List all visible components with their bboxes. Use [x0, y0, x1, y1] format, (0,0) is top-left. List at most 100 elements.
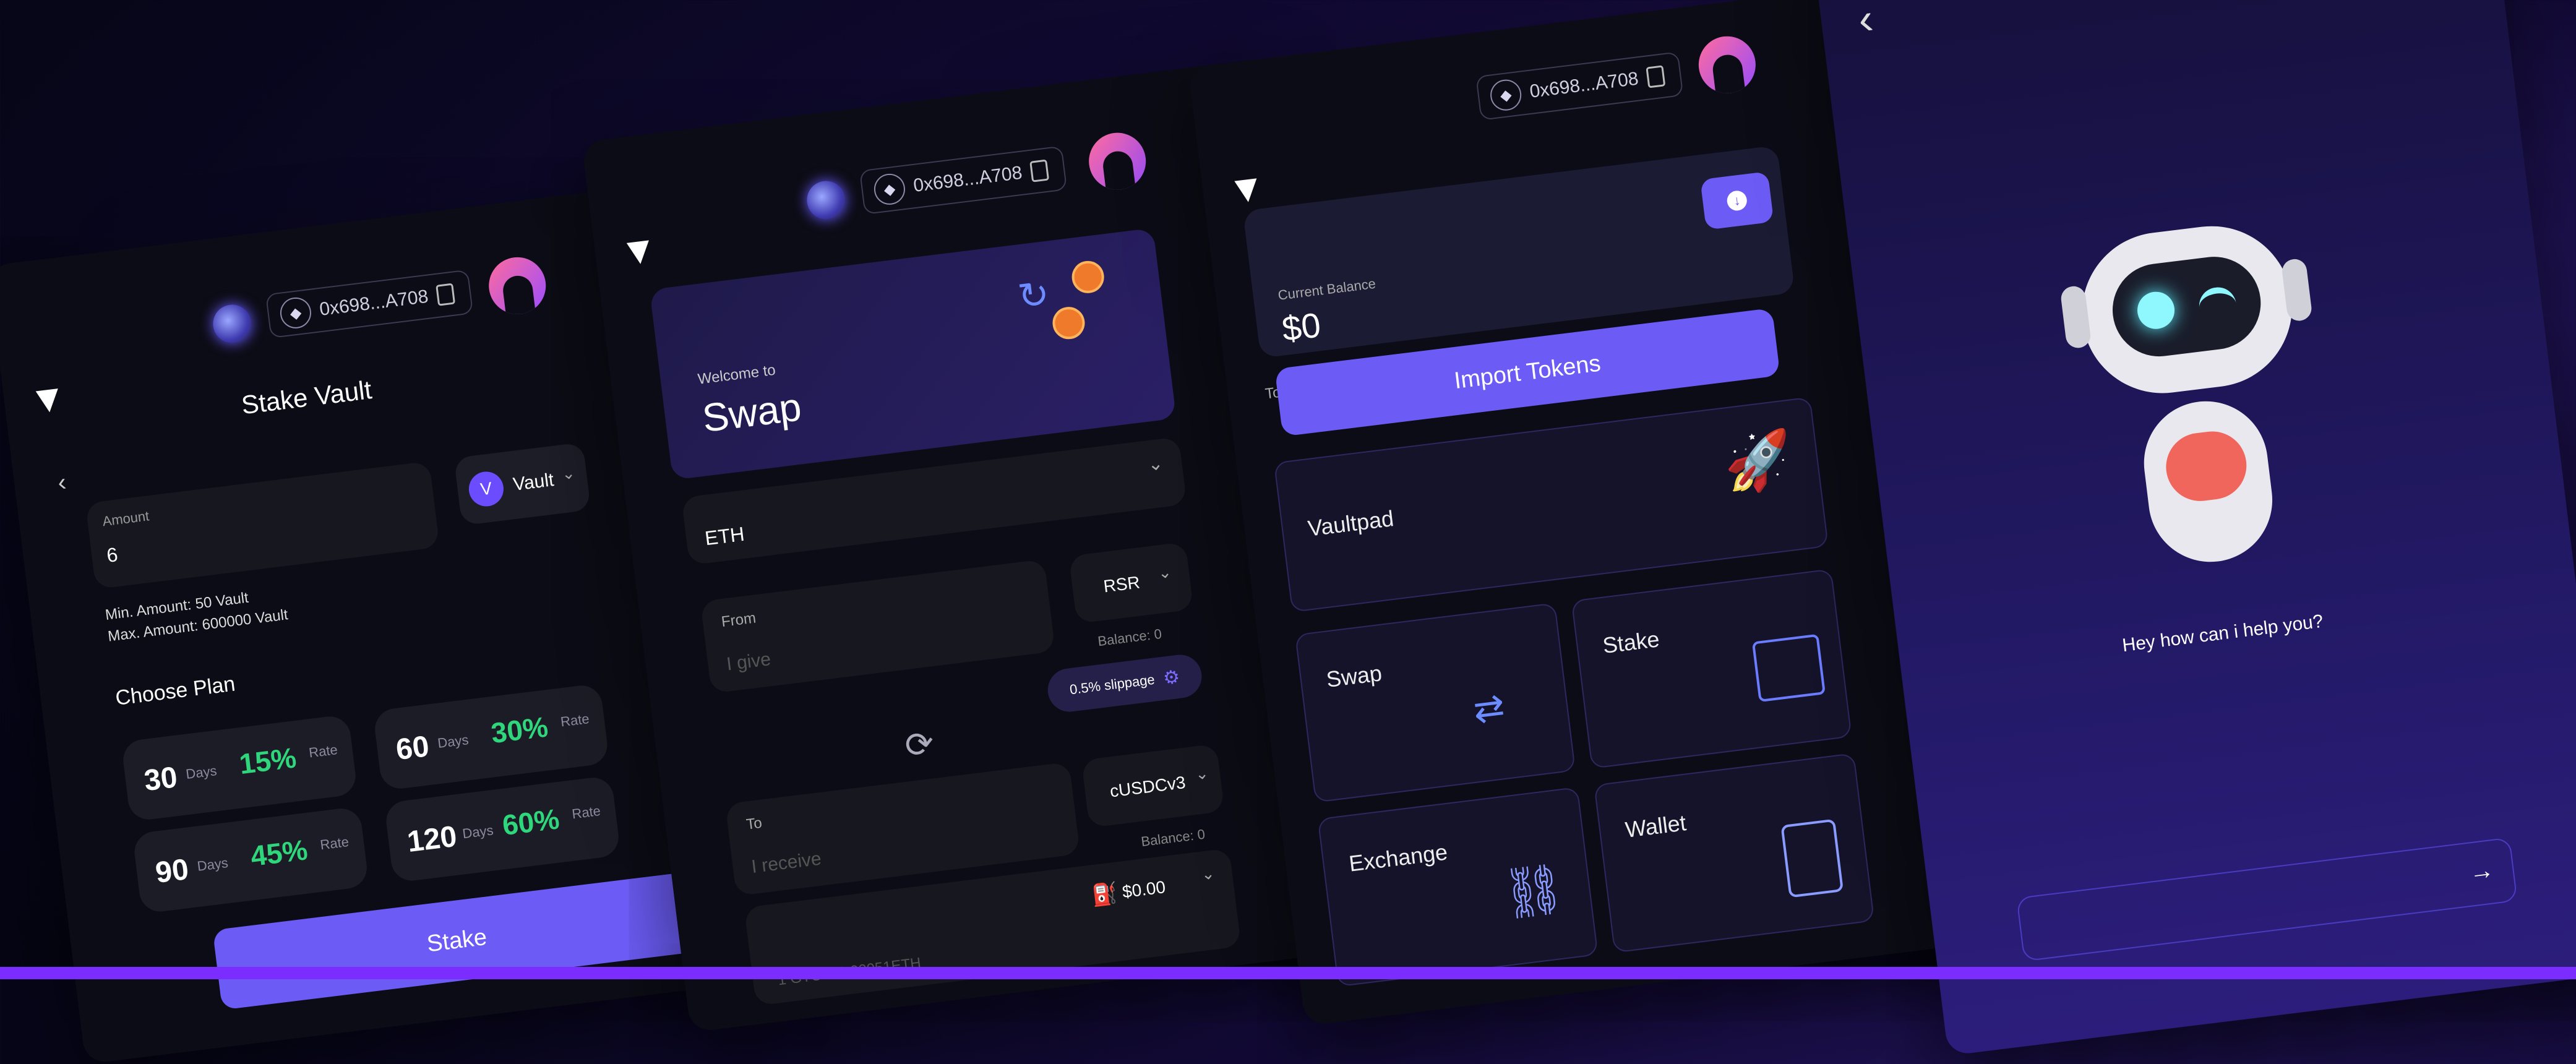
swap-title: Swap — [700, 384, 804, 441]
swap-direction-icon[interactable]: ⟳ — [903, 723, 937, 766]
welcome-text: Welcome to — [697, 361, 777, 388]
plan-days: 90 — [153, 852, 191, 890]
send-button[interactable]: → — [2468, 856, 2496, 887]
chevron-down-icon: ⌄ — [560, 463, 577, 484]
plan-rate: 15% — [237, 741, 298, 781]
back-button[interactable]: ‹ — [56, 468, 68, 497]
chat-input[interactable]: → — [2016, 837, 2518, 962]
wallet-address: 0x698...A708 — [912, 162, 1024, 197]
plan-rate-label: Rate — [571, 802, 602, 822]
from-placeholder: I give — [725, 649, 772, 675]
from-token: RSR — [1102, 572, 1141, 596]
plan-rate-label: Rate — [307, 742, 338, 761]
wallet-address: 0x698...A708 — [318, 286, 430, 320]
swap-banner: Welcome to Swap ↻ — [649, 228, 1177, 481]
plan-days: 60 — [394, 730, 431, 767]
feature-card-exchange[interactable]: Exchange ⛓ — [1317, 786, 1599, 987]
feature-card-wallet[interactable]: Wallet — [1594, 753, 1875, 953]
wallet-cards-icon — [1780, 818, 1844, 898]
avatar[interactable] — [1085, 129, 1149, 193]
slippage-value: 0.5% slippage — [1068, 671, 1156, 698]
gas-pump-icon: ⛽ — [1090, 881, 1119, 908]
plan-option[interactable]: 120 Days 60% Rate — [384, 775, 621, 883]
network-orb[interactable] — [804, 178, 848, 222]
swap-arrows-icon: ↻ — [1015, 272, 1052, 318]
to-balance: Balance: 0 — [1140, 826, 1206, 850]
avatar[interactable] — [1695, 33, 1759, 97]
amount-value: 6 — [105, 543, 119, 567]
from-input[interactable]: From I give — [700, 559, 1055, 694]
amount-label: Amount — [101, 508, 150, 530]
bottom-accent-bar — [0, 967, 2576, 979]
feature-label: Stake — [1601, 626, 1661, 659]
amount-field[interactable]: Amount 6 — [85, 461, 440, 590]
to-token-select[interactable]: cUSDCv3 ⌄ — [1081, 744, 1225, 828]
from-balance: Balance: 0 — [1097, 625, 1163, 650]
to-placeholder: I receive — [750, 848, 823, 878]
wallet-address-pill[interactable]: ◆ 0x698...A708 — [265, 269, 474, 339]
plan-option[interactable]: 60 Days 30% Rate — [372, 683, 610, 791]
network-orb[interactable] — [210, 302, 254, 346]
copy-icon[interactable] — [435, 283, 455, 306]
feature-label: Exchange — [1347, 839, 1449, 877]
chain-icon: ⛓ — [1499, 859, 1568, 922]
app-logo: ▼ — [1225, 165, 1268, 213]
eth-icon: ◆ — [872, 172, 907, 207]
swap-arrows-icon: ⇄ — [1470, 685, 1507, 731]
plan-rate: 45% — [249, 833, 309, 873]
gear-icon: ⚙ — [1162, 666, 1182, 689]
chevron-down-icon: ⌄ — [1200, 864, 1216, 884]
chevron-down-icon: ⌄ — [1157, 562, 1173, 583]
feature-label: Wallet — [1623, 810, 1688, 843]
coin-icon — [1050, 305, 1087, 341]
slippage-pill[interactable]: 0.5% slippage ⚙ — [1045, 652, 1204, 714]
gas-value: $0.00 — [1121, 877, 1167, 902]
app-logo: ▼ — [26, 375, 70, 423]
token-label: Vault — [512, 470, 556, 495]
token-logo: V — [466, 470, 506, 508]
vault-icon — [1751, 633, 1826, 703]
plan-days-label: Days — [184, 763, 218, 782]
chevron-down-icon: ⌄ — [1146, 453, 1165, 476]
balance-label: Current Balance — [1277, 275, 1377, 303]
to-token: cUSDCv3 — [1109, 772, 1187, 801]
plan-option[interactable]: 90 Days 45% Rate — [132, 806, 369, 914]
feature-label: Vaultpad — [1306, 505, 1396, 541]
back-button[interactable]: ‹ — [1855, 0, 1876, 44]
wallet-address: 0x698...A708 — [1528, 68, 1640, 102]
download-icon: ↓ — [1725, 189, 1748, 212]
plan-days-label: Days — [436, 732, 470, 752]
feature-label: Swap — [1324, 660, 1384, 692]
plan-days-label: Days — [196, 854, 230, 874]
feature-card-stake[interactable]: Stake — [1571, 568, 1852, 769]
avatar[interactable] — [486, 254, 549, 318]
app-logo: ▼ — [617, 227, 661, 275]
page-title: Stake Vault — [239, 375, 374, 420]
plan-days: 120 — [405, 820, 459, 859]
to-label: To — [745, 814, 763, 833]
plan-days: 30 — [142, 761, 179, 798]
token-select[interactable]: V Vault ⌄ — [453, 442, 591, 526]
plan-rate-label: Rate — [319, 833, 350, 853]
robot-illustration — [2032, 176, 2361, 591]
network-label: ETH — [703, 522, 746, 550]
plan-rate: 60% — [500, 802, 561, 842]
plan-rate-label: Rate — [559, 711, 590, 730]
from-label: From — [720, 609, 757, 631]
plan-option[interactable]: 30 Days 15% Rate — [121, 714, 358, 822]
deposit-button[interactable]: ↓ — [1700, 171, 1774, 230]
copy-icon[interactable] — [1029, 159, 1049, 182]
plan-rate: 30% — [489, 710, 550, 750]
eth-icon: ◆ — [278, 296, 313, 330]
balance-value: $0 — [1279, 305, 1323, 349]
wallet-address-pill[interactable]: ◆ 0x698...A708 — [859, 145, 1068, 215]
feature-card-swap[interactable]: Swap ⇄ — [1294, 603, 1576, 803]
wallet-address-pill[interactable]: ◆ 0x698...A708 — [1475, 51, 1684, 121]
greeting-text: Hey how can i help you? — [2121, 611, 2325, 656]
coin-icon — [1070, 259, 1106, 295]
from-token-select[interactable]: RSR ⌄ — [1068, 541, 1194, 624]
copy-icon[interactable] — [1646, 65, 1666, 88]
eth-icon: ◆ — [1488, 77, 1524, 113]
choose-plan-heading: Choose Plan — [114, 672, 237, 710]
chevron-down-icon: ⌄ — [1194, 763, 1210, 784]
